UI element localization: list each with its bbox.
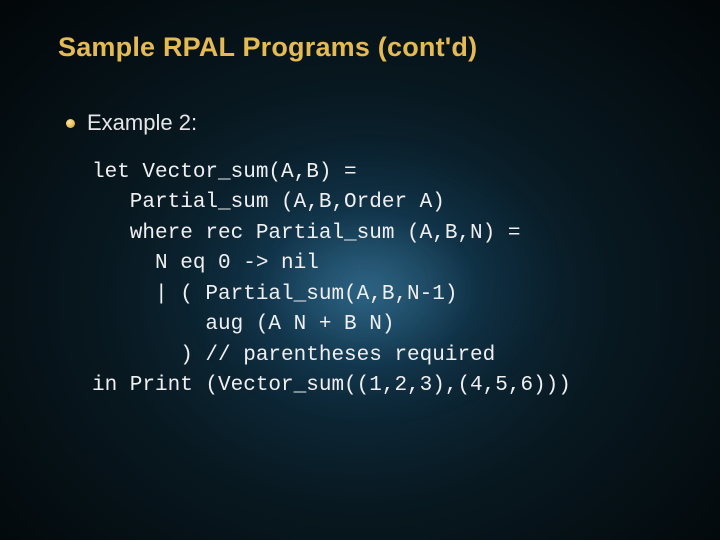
slide-title: Sample RPAL Programs (cont'd) — [58, 32, 477, 63]
code-line: where rec Partial_sum (A,B,N) = — [92, 222, 520, 245]
bullet-text: Example 2: — [87, 110, 197, 136]
code-line: N eq 0 -> nil — [92, 252, 319, 275]
code-line: in Print (Vector_sum((1,2,3),(4,5,6))) — [92, 374, 571, 397]
code-block: let Vector_sum(A,B) = Partial_sum (A,B,O… — [92, 158, 571, 402]
code-line: let Vector_sum(A,B) = — [92, 161, 357, 184]
code-line: | ( Partial_sum(A,B,N-1) — [92, 283, 457, 306]
code-line: aug (A N + B N) — [92, 313, 394, 336]
bullet-item: Example 2: — [66, 110, 197, 136]
code-line: ) // parentheses required — [92, 344, 495, 367]
code-line: Partial_sum (A,B,Order A) — [92, 191, 445, 214]
bullet-dot-icon — [66, 119, 75, 128]
